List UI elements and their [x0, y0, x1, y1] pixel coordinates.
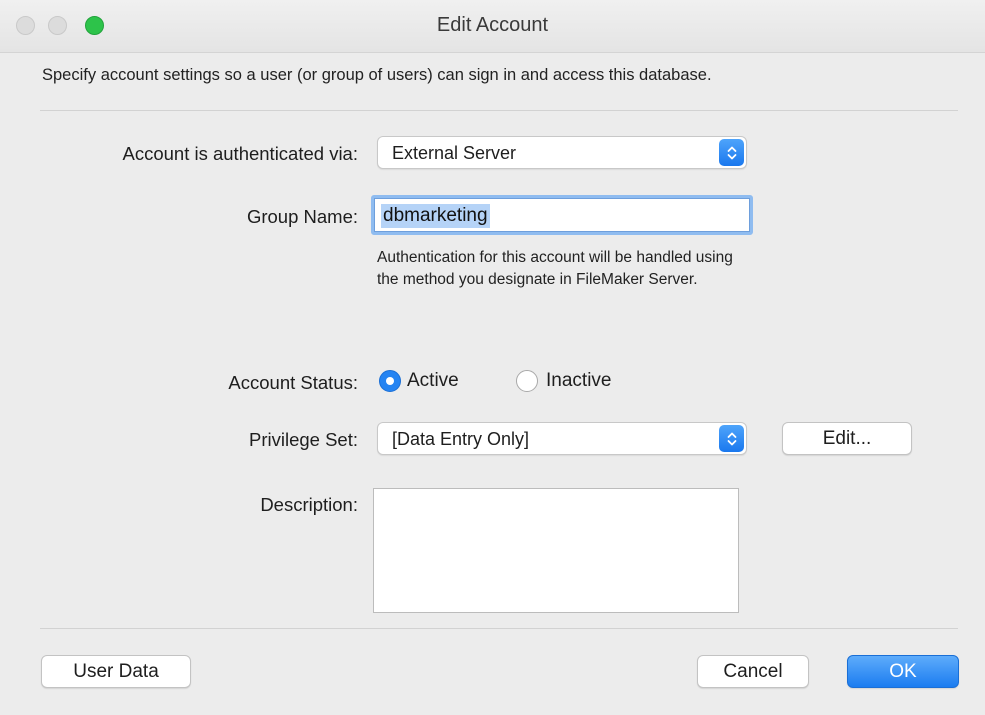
top-divider — [40, 110, 958, 111]
auth-label: Account is authenticated via: — [122, 143, 358, 164]
title-bar: Edit Account — [0, 0, 985, 53]
user-data-button[interactable]: User Data — [41, 655, 191, 688]
bottom-divider — [40, 628, 958, 629]
auth-help-text: Authentication for this account will be … — [377, 247, 733, 291]
auth-help-line-2: the method you designate in FileMaker Se… — [377, 271, 698, 288]
cancel-button[interactable]: Cancel — [697, 655, 809, 688]
edit-privilege-set-button[interactable]: Edit... — [782, 422, 912, 455]
group-name-label: Group Name: — [246, 206, 358, 227]
privilege-set-value: [Data Entry Only] — [392, 429, 530, 449]
description-field[interactable] — [373, 488, 739, 613]
radio-selected-icon — [386, 377, 394, 385]
inactive-radio-label[interactable]: Inactive — [546, 370, 611, 392]
chevron-up-down-icon — [719, 139, 744, 166]
auth-method-value: External Server — [392, 143, 517, 163]
privilege-set-popup[interactable]: [Data Entry Only] — [377, 422, 747, 455]
privilege-set-label: Privilege Set: — [249, 429, 358, 450]
intro-text: Specify account settings so a user (or g… — [42, 66, 712, 84]
ok-button[interactable]: OK — [847, 655, 959, 688]
auth-help-line-1: Authentication for this account will be … — [377, 249, 733, 266]
window-title: Edit Account — [436, 14, 549, 36]
inactive-radio[interactable] — [516, 370, 538, 392]
group-name-field[interactable]: dbmarketing — [371, 195, 753, 235]
auth-method-popup[interactable]: External Server — [377, 136, 747, 169]
group-name-value: dbmarketing — [381, 204, 490, 228]
account-status-label: Account Status: — [228, 372, 358, 393]
description-label: Description: — [260, 494, 358, 515]
active-radio[interactable] — [379, 370, 401, 392]
active-radio-label[interactable]: Active — [407, 370, 459, 392]
chevron-up-down-icon — [719, 425, 744, 452]
